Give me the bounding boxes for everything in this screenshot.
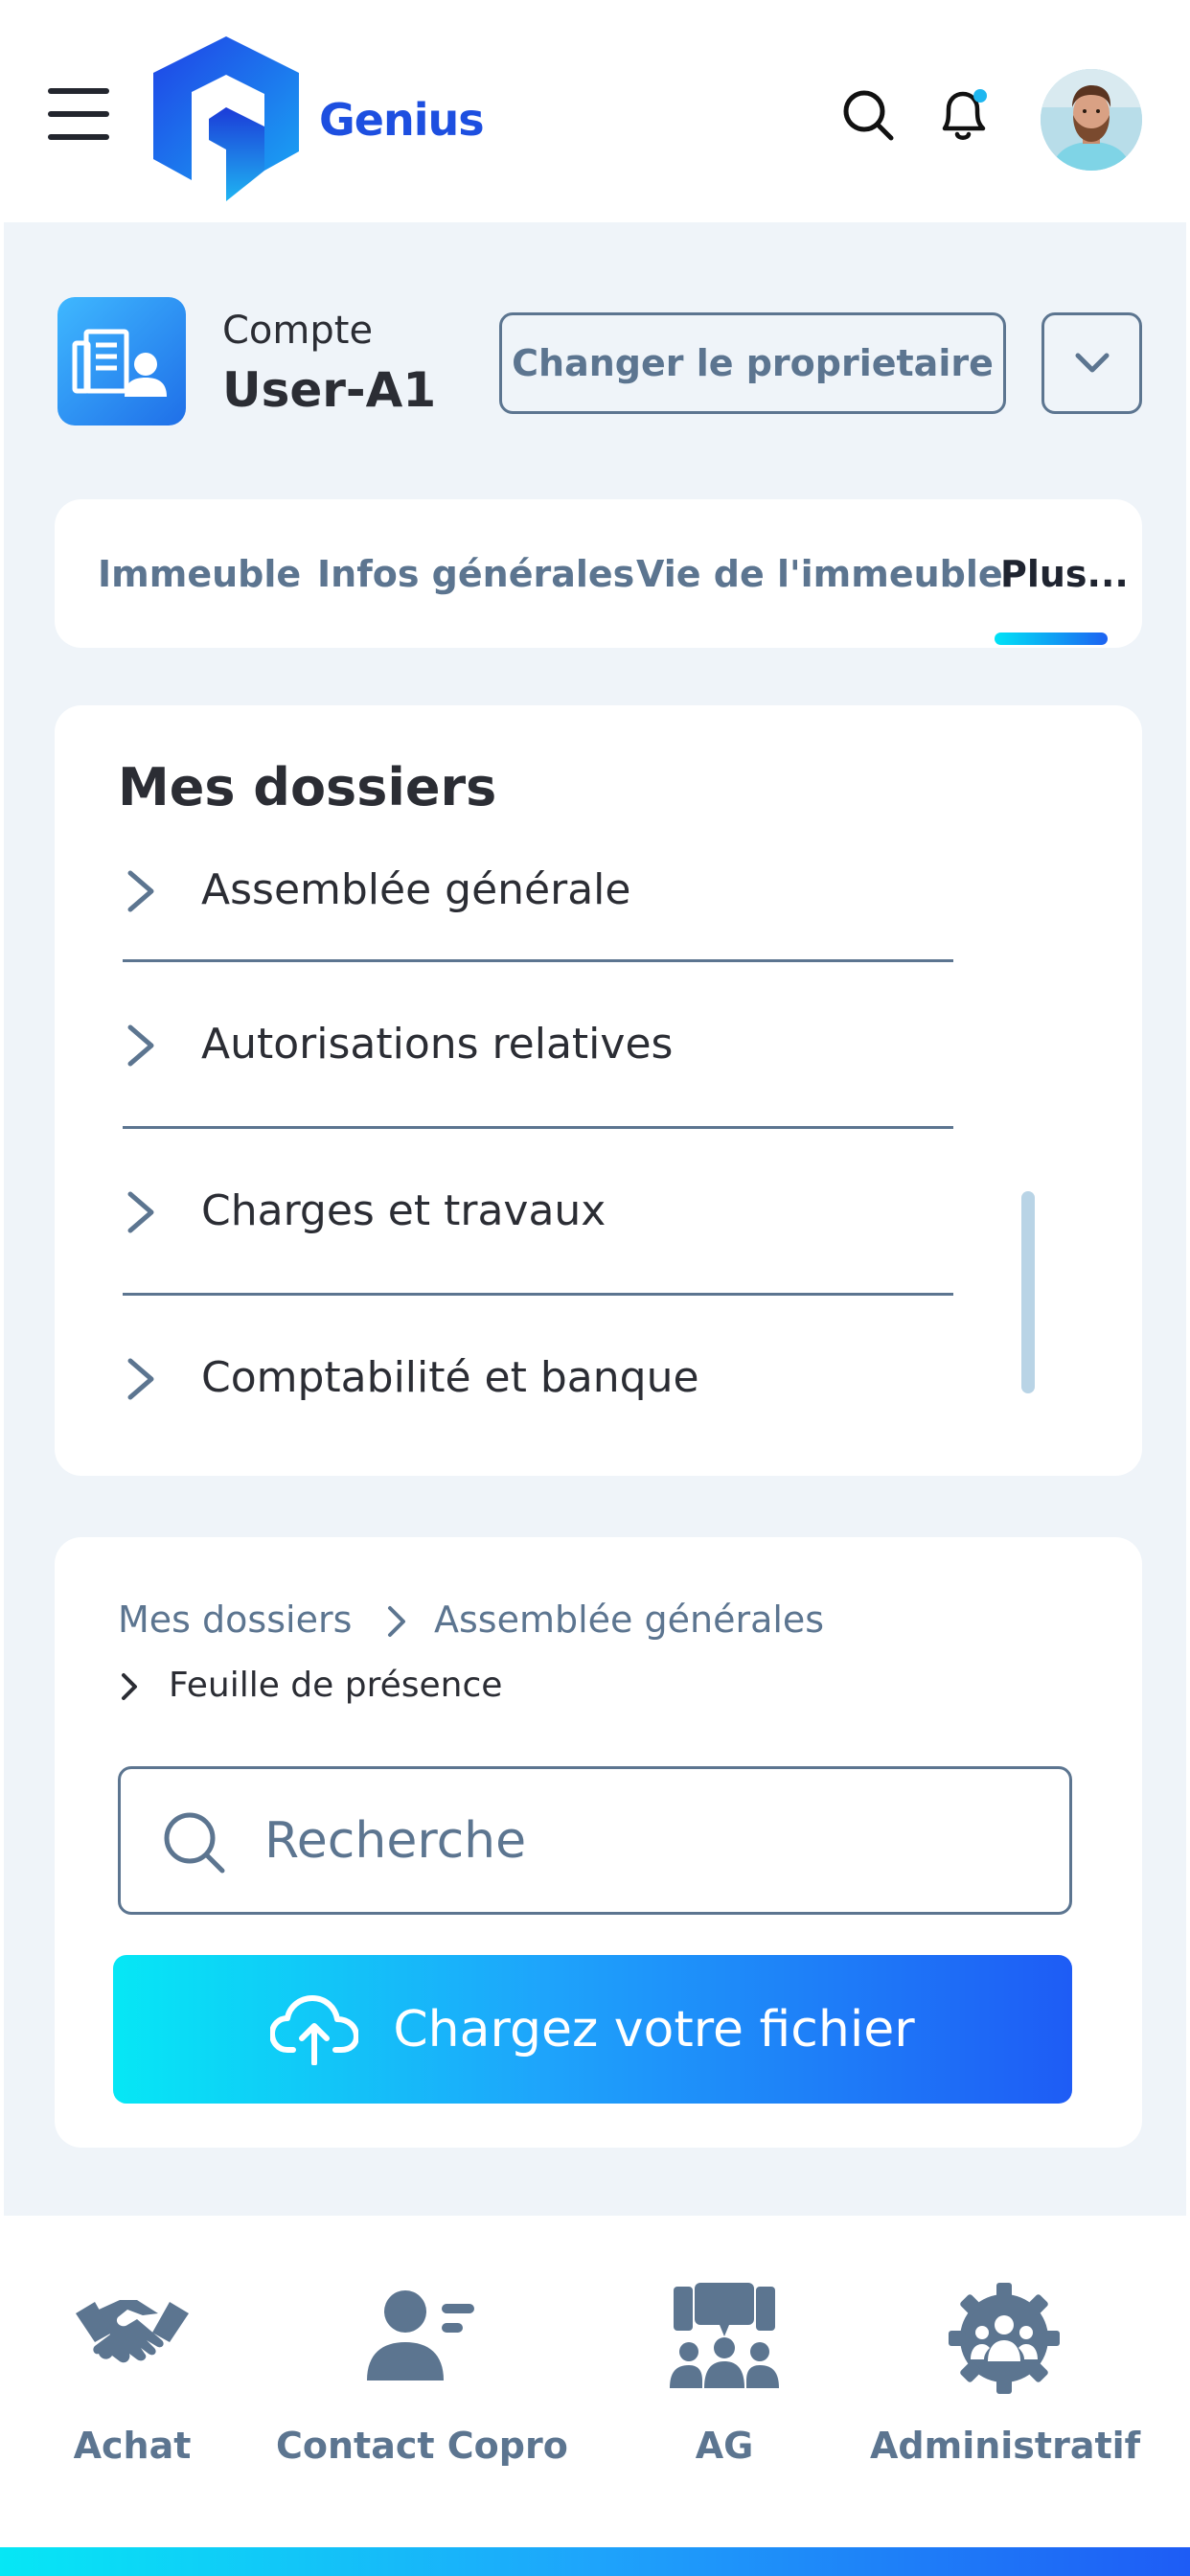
search-input[interactable] [264, 1798, 1031, 1884]
genius-logo-icon [153, 36, 299, 201]
folder-item-assemblee-generale[interactable]: Assemblée générale [115, 852, 977, 929]
tab-plus[interactable]: Plus... [1000, 553, 1129, 595]
gear-people-icon [949, 2283, 1060, 2394]
building-account-icon [57, 297, 186, 426]
hamburger-menu-icon[interactable] [48, 88, 109, 140]
folder-item-label: Charges et travaux [201, 1186, 606, 1235]
chevron-down-icon [1075, 353, 1109, 373]
tab-immeuble[interactable]: Immeuble [98, 553, 301, 595]
handshake-icon [76, 2300, 189, 2363]
search-icon[interactable] [841, 88, 895, 142]
meeting-icon [670, 2283, 779, 2388]
folder-item-comptabilite-banque[interactable]: Comptabilité et banque [115, 1340, 977, 1416]
tab-infos-generales[interactable]: Infos générales [317, 553, 634, 595]
folder-item-charges-travaux[interactable]: Charges et travaux [115, 1173, 977, 1250]
chevron-right-icon [127, 1024, 154, 1067]
folder-item-label: Comptabilité et banque [201, 1353, 699, 1402]
owner-dropdown-button[interactable] [1041, 312, 1142, 414]
notification-dot [973, 89, 987, 103]
breadcrumb-level-1[interactable]: Mes dossiers [118, 1598, 352, 1641]
upload-button-label: Chargez votre fichier [393, 2000, 915, 2058]
nav-label: Achat [73, 2425, 192, 2467]
nav-item-achat[interactable]: Achat [36, 2281, 228, 2472]
avatar[interactable] [1041, 69, 1142, 171]
change-owner-button[interactable]: Changer le proprietaire [499, 312, 1006, 414]
divider [123, 1126, 953, 1129]
folders-scrollbar[interactable] [1021, 1191, 1035, 1393]
chevron-right-icon [127, 870, 154, 912]
search-icon [164, 1812, 225, 1874]
active-tab-indicator [995, 632, 1108, 645]
upload-file-button[interactable]: Chargez votre fichier [113, 1955, 1072, 2104]
breadcrumb-level-2[interactable]: Assemblée générales [434, 1598, 824, 1641]
brand-name: Genius [319, 94, 485, 146]
app-header: Genius [0, 0, 1190, 222]
contact-icon [367, 2290, 474, 2380]
bell-icon[interactable] [935, 84, 993, 146]
chevron-right-icon [127, 1191, 154, 1233]
chevron-right-icon [388, 1606, 405, 1637]
chevron-right-icon [122, 1673, 137, 1700]
nav-label: Administratif [870, 2425, 1141, 2467]
folder-item-label: Assemblée générale [201, 865, 631, 914]
divider [123, 1293, 953, 1296]
folder-item-autorisations[interactable]: Autorisations relatives [115, 1006, 977, 1083]
folder-item-label: Autorisations relatives [201, 1020, 674, 1069]
divider [123, 959, 953, 962]
folders-title: Mes dossiers [118, 757, 497, 817]
breadcrumb-current: Feuille de présence [169, 1666, 503, 1705]
nav-item-contact-copro[interactable]: Contact Copro [276, 2281, 568, 2472]
nav-item-administratif[interactable]: Administratif [870, 2281, 1141, 2472]
nav-label: AG [695, 2425, 754, 2467]
chevron-right-icon [127, 1358, 154, 1400]
cloud-upload-icon [270, 1994, 359, 2065]
nav-item-ag[interactable]: AG [629, 2281, 820, 2472]
tabs-bar: Immeuble Infos générales Vie de l'immeub… [55, 499, 1142, 648]
account-label: Compte [222, 309, 374, 353]
search-field[interactable] [118, 1766, 1072, 1915]
nav-label: Contact Copro [276, 2425, 568, 2467]
account-value: User-A1 [222, 362, 437, 418]
tab-vie-immeuble[interactable]: Vie de l'immeuble [636, 553, 1003, 595]
bottom-accent-bar [0, 2547, 1190, 2576]
